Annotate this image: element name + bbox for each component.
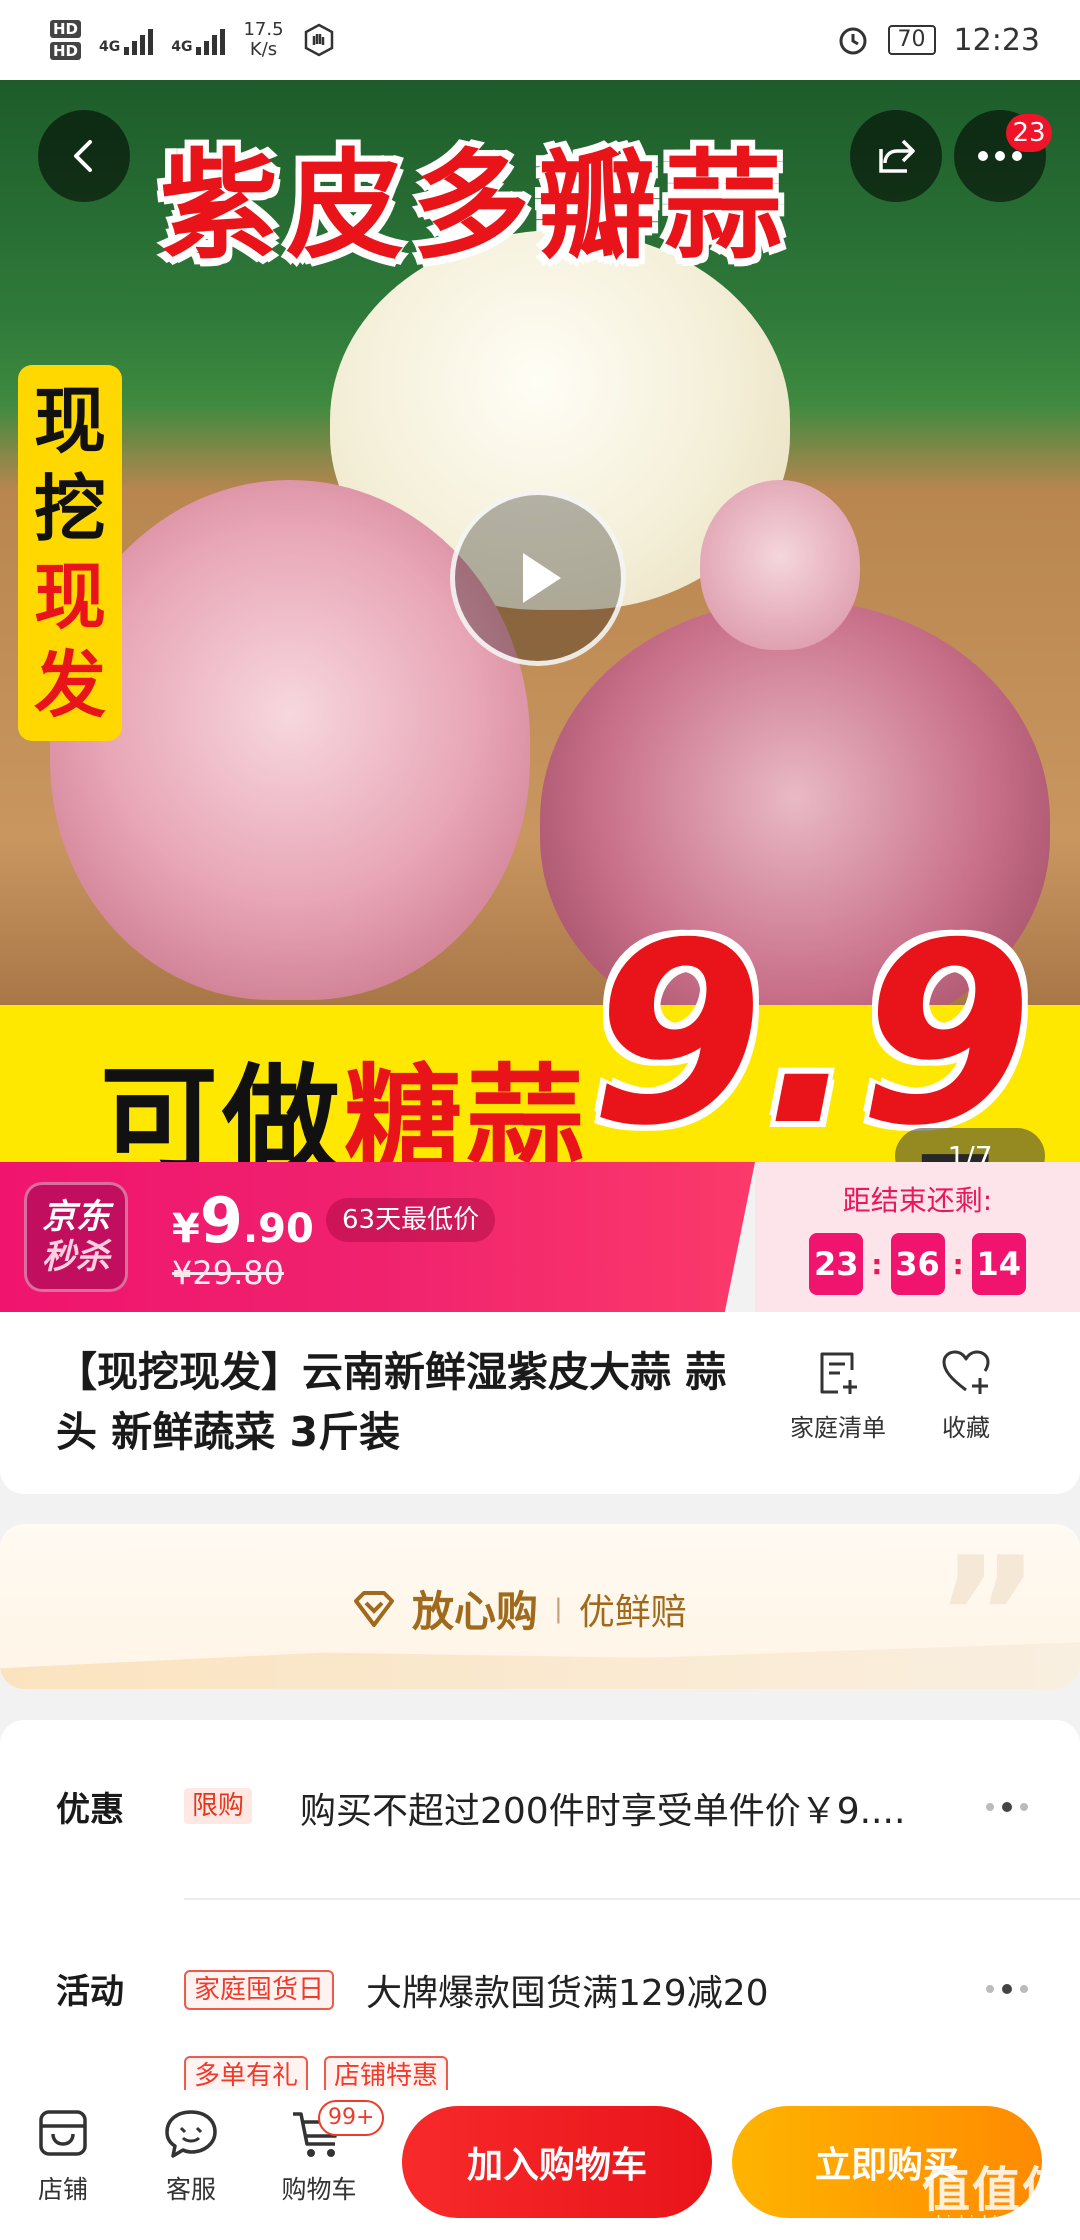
wave-decoration: [0, 1642, 1080, 1689]
promotions-card: 优惠 限购 购买不超过200件时享受单件价￥9.... 活动 家庭囤货日 大牌爆…: [0, 1720, 1080, 2140]
countdown-minutes: 36: [890, 1233, 945, 1295]
network1-label: 4G: [99, 39, 121, 55]
hd1-label: HD: [50, 20, 82, 38]
clock: 12:23: [953, 22, 1040, 58]
cart-label: 购物车: [281, 2175, 357, 2204]
play-icon: [523, 553, 561, 603]
heart-plus-icon: [942, 1350, 990, 1394]
image-page-counter: 1/7: [895, 1128, 1045, 1162]
countdown-timer: 23 : 36 : 14: [809, 1233, 1026, 1295]
add-to-cart-button[interactable]: 加入购物车: [402, 2106, 712, 2218]
family-list-button[interactable]: 家庭清单: [778, 1348, 898, 1443]
favorite-button[interactable]: 收藏: [906, 1348, 1026, 1443]
status-bar: HD HD 4G 4G 17.5 K/s 70 12:23: [0, 0, 1080, 80]
assurance-separator: |: [554, 1593, 563, 1624]
network-speed: 17.5 K/s: [243, 19, 284, 60]
activity-text: 大牌爆款囤货满129减20: [366, 1973, 769, 2014]
product-title: 【现挖现发】云南新鲜湿紫皮大蒜 蒜头 新鲜蔬菜 3斤装: [56, 1348, 727, 1456]
signal1-icon: [124, 25, 154, 55]
alarm-icon: [839, 27, 867, 55]
product-detail-page: HD HD 4G 4G 17.5 K/s 70 12:23 紫皮多瓣蒜 现 挖 …: [0, 0, 1080, 2240]
store-button[interactable]: 店铺: [8, 2106, 118, 2206]
assurance-card[interactable]: ” 放心购 | 优鲜赔: [0, 1524, 1080, 1689]
store-icon: [39, 2110, 87, 2156]
discount-more-icon[interactable]: [986, 1802, 1028, 1812]
seckill-price: ¥9.90: [172, 1184, 314, 1257]
network2-label: 4G: [171, 39, 193, 55]
favorite-label: 收藏: [942, 1414, 990, 1442]
assurance-main-label: 放心购: [412, 1587, 539, 1636]
play-video-button[interactable]: [450, 490, 626, 666]
countdown-seconds: 14: [971, 1233, 1026, 1295]
product-title-card: 【现挖现发】云南新鲜湿紫皮大蒜 蒜头 新鲜蔬菜 3斤装 家庭清单 收藏: [0, 1312, 1080, 1494]
discount-text: 购买不超过200件时享受单件价￥9....: [300, 1791, 906, 1832]
activity-more-icon[interactable]: [986, 1984, 1028, 1994]
jd-seckill-logo: 京东 秒杀: [24, 1182, 128, 1292]
limit-tag: 限购: [184, 1788, 253, 1824]
message-count-badge: 23: [1006, 114, 1052, 152]
countdown-label: 距结束还剩:: [842, 1184, 993, 1217]
cart-button[interactable]: 购物车 99+: [264, 2100, 385, 2206]
promo-divider: [184, 1898, 1080, 1900]
lowest-price-badge: 63天最低价: [326, 1198, 496, 1242]
battery-indicator: 70: [887, 25, 936, 55]
list-add-icon: [820, 1352, 857, 1394]
activity-tag: 家庭囤货日: [184, 1970, 335, 2010]
site-watermark: 值值值: [922, 2162, 1073, 2218]
more-icon: [978, 151, 1022, 161]
chat-icon: [165, 2110, 217, 2158]
discount-label: 优惠: [56, 1790, 124, 1830]
signal2-icon: [196, 25, 226, 55]
share-button[interactable]: [850, 110, 942, 202]
service-label: 客服: [165, 2175, 216, 2204]
banner-title: 紫皮多瓣蒜: [160, 137, 791, 275]
fresh-dug-tag: 现 挖 现 发: [18, 365, 122, 741]
back-arrow-icon: [74, 140, 92, 172]
original-price: ¥29.80: [172, 1254, 284, 1292]
assurance-sub-label: 优鲜赔: [578, 1591, 687, 1633]
activity-label: 活动: [56, 1972, 124, 2012]
hd-indicator: HD HD: [50, 20, 82, 60]
store-label: 店铺: [37, 2175, 88, 2204]
customer-service-button[interactable]: 客服: [136, 2106, 246, 2206]
share-icon: [879, 139, 915, 173]
countdown-hours: 23: [809, 1233, 864, 1295]
garlic-purple-back-image: [700, 480, 860, 650]
cart-count-badge: 99+: [318, 2100, 385, 2136]
product-image-carousel[interactable]: 紫皮多瓣蒜 现 挖 现 发 可做糖蒜 9.9 元 1/7: [0, 80, 1080, 1162]
hand-icon: [304, 23, 333, 57]
site-watermark-url: zhizhizhi.com: [928, 2212, 1037, 2231]
flash-sale-bar: 京东 秒杀 ¥9.90 ¥29.80 63天最低价 距结束还剩: 23 : 36…: [0, 1162, 1080, 1312]
family-list-label: 家庭清单: [790, 1414, 886, 1442]
back-button[interactable]: [38, 110, 130, 202]
hd2-label: HD: [50, 42, 82, 60]
diamond-icon: [354, 1590, 394, 1627]
bottom-action-bar: 店铺 客服 购物车 99+ 加入购物车 立即购买: [0, 2090, 1080, 2240]
countdown-panel: 距结束还剩: 23 : 36 : 14: [755, 1162, 1080, 1312]
strip-slogan: 可做糖蒜: [100, 1052, 589, 1162]
